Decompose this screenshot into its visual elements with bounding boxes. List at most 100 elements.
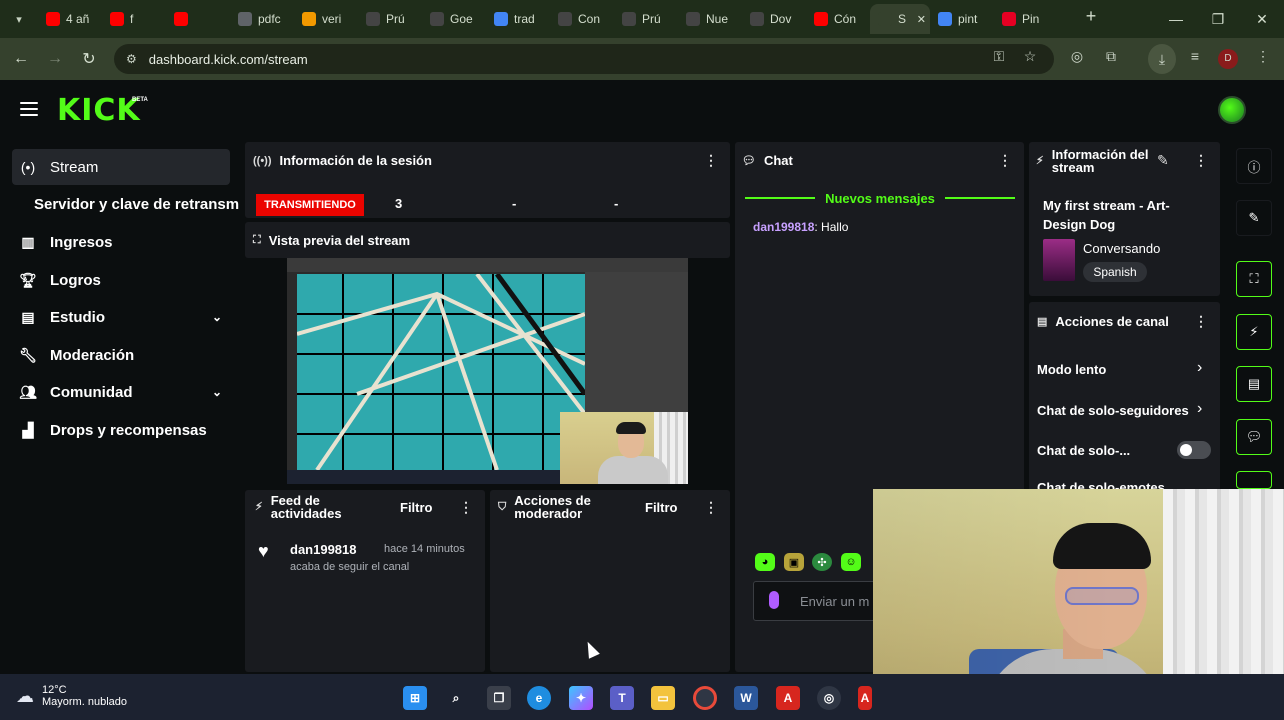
session-more-icon[interactable]: ⋮: [704, 152, 718, 169]
kick-logo[interactable]: KICK: [57, 93, 141, 128]
kick-header: KICK BETA: [0, 80, 1284, 140]
mod-more-icon[interactable]: ⋮: [704, 499, 718, 516]
viewers-count: 3: [395, 196, 403, 211]
reload-icon[interactable]: ↻: [72, 49, 106, 69]
category-name[interactable]: Conversando: [1083, 241, 1160, 256]
session-toggle-icon[interactable]: [1236, 471, 1272, 489]
browser-tab[interactable]: Prú: [358, 4, 422, 34]
feed-entry-time: hace 14 minutos: [384, 543, 465, 555]
copilot-icon[interactable]: ✦: [569, 686, 593, 710]
edge-icon[interactable]: e: [527, 686, 551, 710]
browser-tab[interactable]: Prú: [614, 4, 678, 34]
chevron-right-icon[interactable]: ›: [1197, 359, 1202, 377]
browser-tab[interactable]: f: [102, 4, 166, 34]
weather-widget[interactable]: ☁ 12°C Mayorm. nublado: [16, 684, 127, 708]
language-badge: Spanish: [1083, 262, 1147, 282]
pencil-icon[interactable]: ✎: [1236, 200, 1272, 236]
file-explorer-icon[interactable]: ▭: [651, 686, 675, 710]
stream-info-more-icon[interactable]: ⋮: [1194, 152, 1208, 169]
minimize-button[interactable]: —: [1154, 0, 1198, 38]
menu-icon[interactable]: [20, 102, 38, 116]
browser-tab[interactable]: veri: [294, 4, 358, 34]
tab-search-icon[interactable]: ▾: [4, 4, 34, 34]
app-red-icon[interactable]: A: [858, 686, 872, 710]
search-icon[interactable]: ⌕: [444, 686, 468, 710]
browser-tab[interactable]: [166, 4, 230, 34]
browser-tab[interactable]: S ✕: [870, 4, 930, 34]
sidebar-subitem-server-key[interactable]: Servidor y clave de retransm: [34, 196, 240, 213]
browser-tab[interactable]: Dov: [742, 4, 806, 34]
chat-toggle-icon[interactable]: 💬︎: [1236, 419, 1272, 455]
feed-filter-button[interactable]: Filtro: [400, 500, 433, 515]
sidebar-item-moderacion[interactable]: 🔧︎ Moderación: [12, 337, 230, 373]
channel-actions-more-icon[interactable]: ⋮: [1194, 313, 1208, 330]
screen-icon: ⛶: [253, 234, 261, 246]
site-settings-icon[interactable]: ⚙: [126, 52, 137, 66]
browser-tab[interactable]: Pin: [994, 4, 1058, 34]
sidebar-item-logros[interactable]: 🏆︎ Logros: [12, 262, 230, 298]
reading-list-icon[interactable]: ≡: [1184, 48, 1206, 64]
close-window-button[interactable]: ✕: [1240, 0, 1284, 38]
maximize-button[interactable]: ❐: [1196, 0, 1240, 38]
user-avatar[interactable]: [1218, 96, 1246, 124]
back-icon[interactable]: ←: [4, 50, 38, 68]
chat-message-user[interactable]: dan199818: [753, 220, 814, 234]
sidebar-item-drops[interactable]: ▟ Drops y recompensas: [12, 412, 230, 448]
key-icon[interactable]: ⚿: [988, 48, 1010, 65]
extensions-icon[interactable]: ⧉: [1100, 48, 1122, 65]
browser-tab[interactable]: pint: [930, 4, 994, 34]
browser-tab[interactable]: Cón: [806, 4, 870, 34]
weather-desc: Mayorm. nublado: [42, 696, 127, 708]
tab-label: Goe: [450, 12, 473, 26]
chevron-right-icon[interactable]: ›: [1197, 400, 1202, 418]
forward-icon[interactable]: →: [38, 50, 72, 68]
preview-canvas-art: [296, 272, 588, 472]
new-tab-button[interactable]: +: [1076, 6, 1106, 27]
action-slow-mode[interactable]: Modo lento: [1037, 362, 1212, 377]
emote-box-icon[interactable]: ▣: [784, 553, 804, 571]
browser-menu-icon[interactable]: ⋮: [1252, 48, 1274, 65]
browser-tab[interactable]: Goe: [422, 4, 486, 34]
notes-toggle-icon[interactable]: ▤: [1236, 366, 1272, 402]
mod-filter-button[interactable]: Filtro: [645, 500, 678, 515]
browser-tab[interactable]: trad: [486, 4, 550, 34]
extension-shield-icon[interactable]: ◎: [1066, 48, 1088, 65]
star-icon[interactable]: ☆: [1019, 48, 1041, 65]
windows-start-icon[interactable]: ⊞: [403, 686, 427, 710]
sidebar-item-stream[interactable]: (•) Stream: [12, 149, 230, 185]
word-icon[interactable]: W: [734, 686, 758, 710]
globe-icon: [686, 12, 700, 26]
task-view-icon[interactable]: ❐: [487, 686, 511, 710]
mic-icon[interactable]: [769, 591, 779, 609]
feed-more-icon[interactable]: ⋮: [459, 499, 473, 516]
emote-ball-icon[interactable]: ✣: [812, 553, 832, 571]
profile-avatar[interactable]: D: [1218, 49, 1238, 69]
download-icon[interactable]: ⤓: [1148, 44, 1176, 74]
url-field[interactable]: ⚙ dashboard.kick.com/stream: [114, 44, 1054, 74]
action-followers-only[interactable]: Chat de solo-seguidores: [1037, 403, 1197, 418]
browser-tab[interactable]: Con: [550, 4, 614, 34]
openai-icon: [430, 12, 444, 26]
close-tab-icon[interactable]: ✕: [917, 13, 926, 26]
sidebar-item-estudio[interactable]: ▤ Estudio ⌄: [12, 299, 230, 335]
sidebar-item-ingresos[interactable]: ▥ Ingresos: [12, 224, 230, 260]
browser-tab[interactable]: pdfc: [230, 4, 294, 34]
chat-more-icon[interactable]: ⋮: [998, 152, 1012, 169]
sidebar-item-comunidad[interactable]: 👥︎ Comunidad ⌄: [12, 374, 230, 410]
teams-icon[interactable]: T: [610, 686, 634, 710]
info-icon[interactable]: ⓘ: [1236, 148, 1272, 184]
tab-label: S: [898, 12, 907, 26]
browser-tab[interactable]: Nue: [678, 4, 742, 34]
bolt-toggle-icon[interactable]: ⚡︎: [1236, 314, 1272, 350]
subs-only-toggle[interactable]: [1177, 441, 1211, 459]
browser-tab[interactable]: 4 añ: [38, 4, 102, 34]
preview-toggle-icon[interactable]: ⛶: [1236, 261, 1272, 297]
chrome-icon[interactable]: [693, 686, 717, 710]
app-icon[interactable]: ◎: [817, 686, 841, 710]
feed-entry-user[interactable]: dan199818: [290, 542, 357, 557]
youtube-icon: [110, 12, 124, 26]
acrobat-icon[interactable]: A: [776, 686, 800, 710]
edit-pencil-icon[interactable]: ✎: [1157, 152, 1169, 169]
emote-ghost-icon[interactable]: ◕: [755, 553, 775, 571]
emote-smile-icon[interactable]: ☺: [841, 553, 861, 571]
